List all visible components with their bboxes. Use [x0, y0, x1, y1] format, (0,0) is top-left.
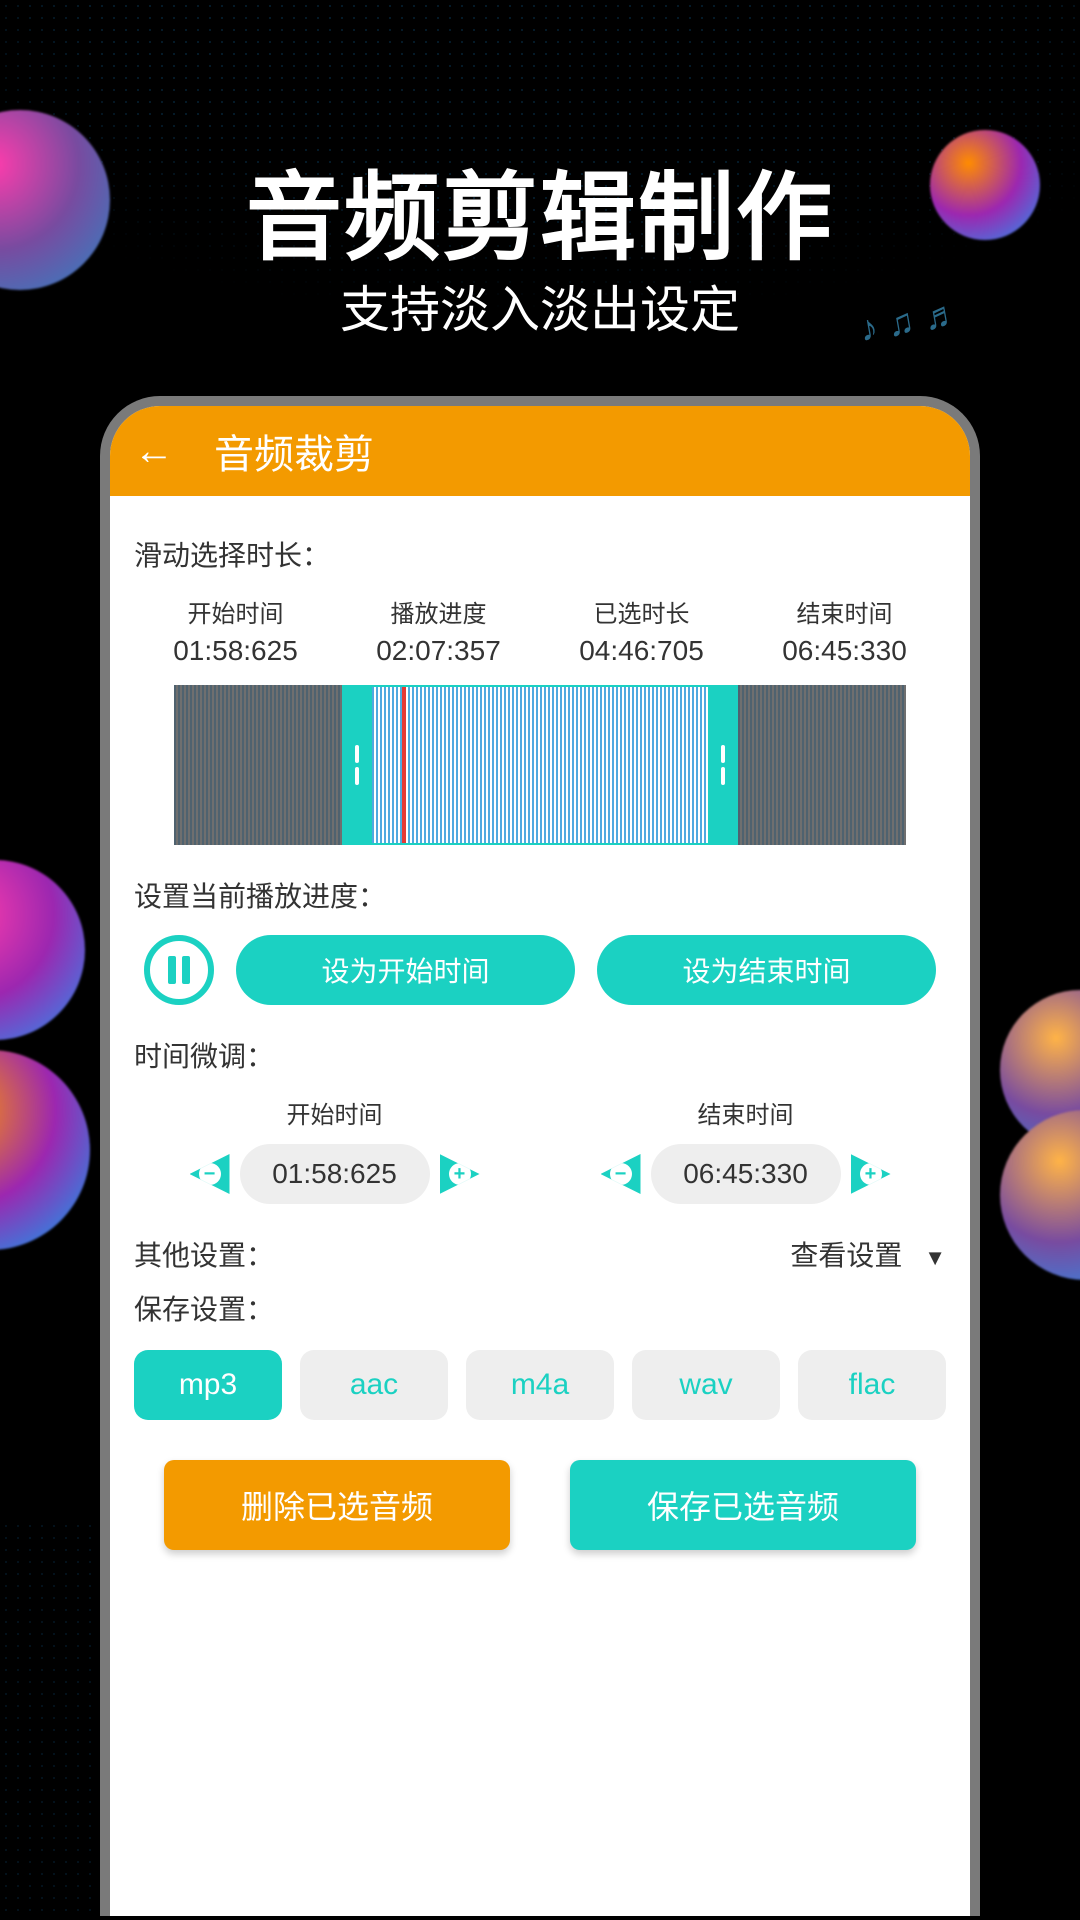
bg-orb — [0, 860, 85, 1040]
back-arrow-icon[interactable]: ← — [134, 429, 174, 474]
hero-subtitle: 支持淡入淡出设定 — [0, 270, 1080, 342]
bg-orb — [1000, 1110, 1080, 1280]
progress-value: 02:07:357 — [337, 635, 540, 667]
format-chip-flac[interactable]: flac — [798, 1350, 946, 1420]
app-bar-title: 音频裁剪 — [214, 422, 374, 480]
end-time-label: 结束时间 — [743, 594, 946, 629]
tune-end-label: 结束时间 — [545, 1095, 946, 1130]
set-start-button[interactable]: 设为开始时间 — [236, 935, 575, 1005]
format-chip-mp3[interactable]: mp3 — [134, 1350, 282, 1420]
end-time-value: 06:45:330 — [743, 635, 946, 667]
selected-duration-label: 已选时长 — [540, 594, 743, 629]
tune-start-label: 开始时间 — [134, 1095, 535, 1130]
waveform-editor[interactable] — [174, 685, 906, 845]
view-settings-toggle[interactable]: 查看设置 ▼ — [790, 1234, 946, 1274]
progress-label: 播放进度 — [337, 594, 540, 629]
selected-duration-value: 04:46:705 — [540, 635, 743, 667]
format-chip-wav[interactable]: wav — [632, 1350, 780, 1420]
hero-title: 音频剪辑制作 — [0, 140, 1080, 279]
bg-orb — [0, 1050, 90, 1250]
tune-start-value[interactable]: 01:58:625 — [240, 1144, 430, 1204]
start-time-label: 开始时间 — [134, 594, 337, 629]
end-increment-button[interactable]: + — [851, 1154, 891, 1194]
phone-frame: ← 音频裁剪 滑动选择时长： 开始时间 01:58:625 播放进度 02:07… — [100, 396, 980, 1916]
format-chip-m4a[interactable]: m4a — [466, 1350, 614, 1420]
start-increment-button[interactable]: + — [440, 1154, 480, 1194]
save-button[interactable]: 保存已选音频 — [570, 1460, 916, 1550]
trim-handle-start[interactable] — [342, 685, 372, 845]
other-settings-label: 其他设置： — [134, 1234, 274, 1274]
fine-tune-label: 时间微调： — [134, 1035, 946, 1075]
set-progress-label: 设置当前播放进度： — [134, 875, 946, 915]
set-end-button[interactable]: 设为结束时间 — [597, 935, 936, 1005]
start-decrement-button[interactable]: − — [190, 1154, 230, 1194]
delete-button[interactable]: 删除已选音频 — [164, 1460, 510, 1550]
pause-button[interactable] — [144, 935, 214, 1005]
save-settings-label: 保存设置： — [134, 1288, 946, 1328]
end-decrement-button[interactable]: − — [601, 1154, 641, 1194]
slide-select-label: 滑动选择时长： — [134, 534, 946, 574]
format-chip-aac[interactable]: aac — [300, 1350, 448, 1420]
tune-end-value[interactable]: 06:45:330 — [651, 1144, 841, 1204]
time-display-row: 开始时间 01:58:625 播放进度 02:07:357 已选时长 04:46… — [134, 594, 946, 667]
app-bar: ← 音频裁剪 — [110, 406, 970, 496]
chevron-down-icon: ▼ — [924, 1245, 946, 1270]
playhead-indicator[interactable] — [402, 685, 406, 845]
start-time-value: 01:58:625 — [134, 635, 337, 667]
trim-handle-end[interactable] — [708, 685, 738, 845]
